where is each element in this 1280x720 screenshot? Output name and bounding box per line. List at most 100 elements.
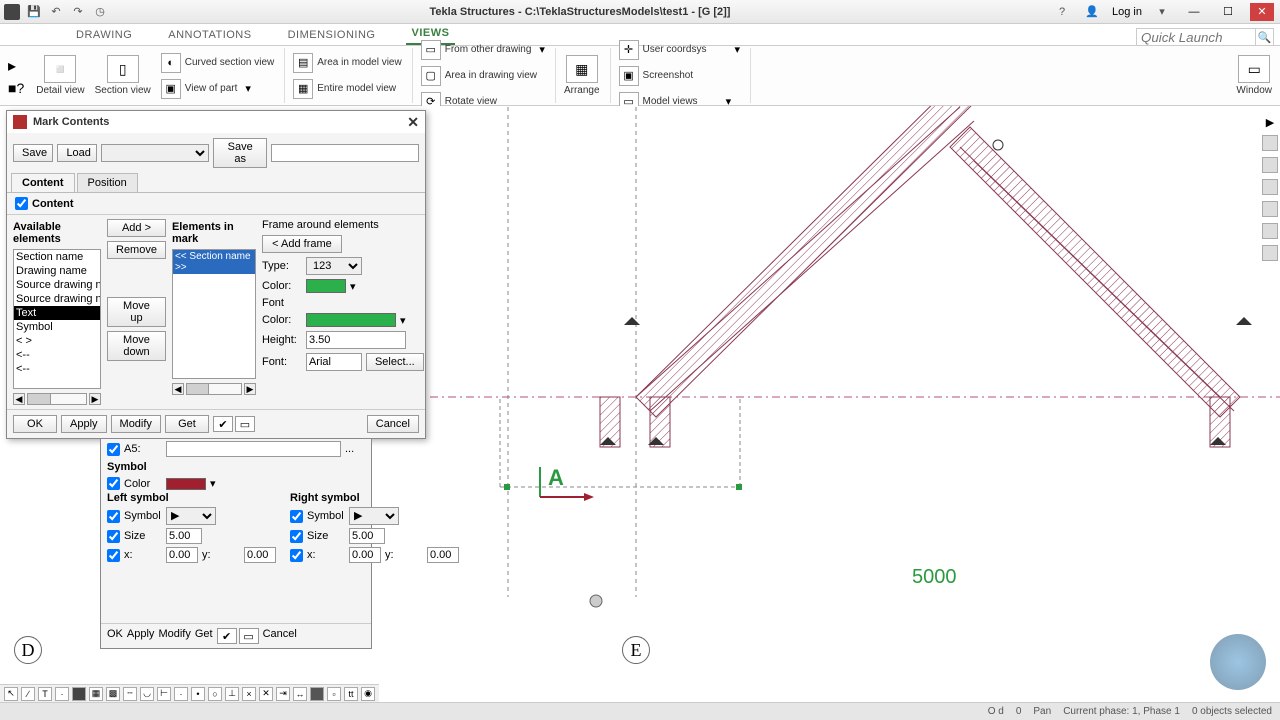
right-x-input[interactable]: [349, 547, 381, 563]
save-button[interactable]: Save: [13, 144, 53, 162]
history-icon[interactable]: ◷: [92, 4, 108, 20]
list-item[interactable]: <--: [14, 362, 100, 376]
snap-line-icon[interactable]: ∕: [21, 687, 35, 701]
snap-arc-icon[interactable]: ◡: [140, 687, 154, 701]
a5-input[interactable]: [166, 441, 341, 457]
window-button[interactable]: ▭ Window: [1232, 53, 1276, 98]
snap-circle-icon[interactable]: ○: [208, 687, 222, 701]
preset-select[interactable]: [101, 144, 209, 162]
frame-type-select[interactable]: 123: [306, 257, 362, 275]
rtoolbar-btn-2[interactable]: [1262, 157, 1278, 173]
list-item[interactable]: Drawing name: [14, 264, 100, 278]
list-item[interactable]: Text: [14, 306, 100, 320]
dropdown-icon[interactable]: ▾: [210, 477, 216, 490]
scroll-right-icon[interactable]: ▶: [89, 393, 101, 405]
rtoolbar-btn-4[interactable]: [1262, 201, 1278, 217]
area-drawing-view-button[interactable]: ▢Area in drawing view: [417, 63, 549, 89]
list-item[interactable]: <--: [14, 348, 100, 362]
left-symbol-select[interactable]: ▶: [166, 507, 216, 525]
snap-int-icon[interactable]: ×: [242, 687, 256, 701]
mark-hscroll[interactable]: ◀ ▶: [172, 383, 256, 395]
left-symbol-checkbox[interactable]: [107, 510, 120, 523]
move-down-button[interactable]: Move down: [107, 331, 166, 361]
from-other-drawing-button[interactable]: ▭From other drawing▾: [417, 37, 549, 63]
font-color-swatch[interactable]: [306, 313, 396, 327]
snap-fill-icon[interactable]: [72, 687, 86, 701]
list-item[interactable]: Section name: [14, 250, 100, 264]
add-frame-button[interactable]: < Add frame: [262, 235, 342, 253]
undo-icon[interactable]: ↶: [48, 4, 64, 20]
ok-button[interactable]: OK: [13, 415, 57, 433]
area-model-view-button[interactable]: ▤Area in model view: [289, 50, 405, 76]
dropdown-icon[interactable]: ▾: [539, 43, 545, 56]
expand-icon[interactable]: ▶: [1266, 116, 1274, 129]
get-button[interactable]: Get: [195, 628, 213, 644]
tab-content[interactable]: Content: [11, 173, 75, 192]
user-coordsys-button[interactable]: ✛User coordsys▾: [615, 37, 744, 63]
cancel-button[interactable]: Cancel: [263, 628, 297, 644]
snap-hatch-icon[interactable]: ▩: [106, 687, 120, 701]
left-x-checkbox[interactable]: [107, 549, 120, 562]
dialog-close-icon[interactable]: ✕: [407, 114, 419, 131]
snap-mid-icon[interactable]: ·: [174, 687, 188, 701]
list-item[interactable]: Symbol: [14, 320, 100, 334]
snap-cursor-icon[interactable]: ↖: [4, 687, 18, 701]
mark-item[interactable]: << Section name >>: [173, 250, 255, 274]
available-hscroll[interactable]: ◀ ▶: [13, 393, 101, 405]
scroll-left-icon[interactable]: ◀: [172, 383, 184, 395]
scroll-right-icon[interactable]: ▶: [244, 383, 256, 395]
cursor-icon[interactable]: ▸: [8, 56, 24, 76]
browse-button[interactable]: ...: [345, 443, 365, 455]
snap-xline-icon[interactable]: ✕: [259, 687, 273, 701]
snap-text-icon[interactable]: T: [38, 687, 52, 701]
rtoolbar-btn-5[interactable]: [1262, 223, 1278, 239]
left-x-input[interactable]: [166, 547, 198, 563]
font-height-input[interactable]: [306, 331, 406, 349]
section-view-button[interactable]: ▯ Section view: [91, 53, 155, 98]
screenshot-button[interactable]: ▣Screenshot: [615, 63, 744, 89]
save-icon[interactable]: 💾: [26, 4, 42, 20]
curved-section-button[interactable]: ◐Curved section view: [157, 50, 278, 76]
content-checkbox[interactable]: [15, 197, 28, 210]
snap-perp-icon[interactable]: ⊥: [225, 687, 239, 701]
add-button[interactable]: Add >: [107, 219, 166, 237]
load-button[interactable]: Load: [57, 144, 97, 162]
get-button[interactable]: Get: [165, 415, 209, 433]
rtoolbar-btn-6[interactable]: [1262, 245, 1278, 261]
snap-dim-icon[interactable]: ⇥: [276, 687, 290, 701]
list-item[interactable]: Source drawing nam: [14, 278, 100, 292]
quick-launch-input[interactable]: [1136, 28, 1256, 46]
snap-dot-icon[interactable]: •: [191, 687, 205, 701]
object-query-icon[interactable]: ■?: [8, 80, 24, 96]
snap-box-icon[interactable]: ▫: [327, 687, 341, 701]
arrange-button[interactable]: ▦ Arrange: [560, 53, 604, 98]
redo-icon[interactable]: ↷: [70, 4, 86, 20]
dropdown-icon[interactable]: ▾: [245, 82, 251, 95]
toggle-switches[interactable]: ✔▭: [217, 628, 259, 644]
color-checkbox[interactable]: [107, 477, 120, 490]
rtoolbar-btn-3[interactable]: [1262, 179, 1278, 195]
search-icon[interactable]: 🔍: [1256, 28, 1274, 46]
view-of-part-button[interactable]: ▣View of part▾: [157, 76, 278, 102]
font-name-input[interactable]: [306, 353, 362, 371]
frame-color-swatch[interactable]: [306, 279, 346, 293]
right-symbol-select[interactable]: ▶: [349, 507, 399, 525]
save-as-button[interactable]: Save as: [213, 138, 267, 168]
close-button[interactable]: ✕: [1250, 3, 1274, 21]
modify-button[interactable]: Modify: [158, 628, 190, 644]
tab-annotations[interactable]: ANNOTATIONS: [162, 25, 257, 45]
left-size-input[interactable]: [166, 528, 202, 544]
right-size-input[interactable]: [349, 528, 385, 544]
tab-dimensioning[interactable]: DIMENSIONING: [282, 25, 382, 45]
a5-checkbox[interactable]: [107, 443, 120, 456]
remove-button[interactable]: Remove: [107, 241, 166, 259]
chevron-down-icon[interactable]: ▾: [1152, 2, 1172, 22]
snap-dark-icon[interactable]: [310, 687, 324, 701]
move-up-button[interactable]: Move up: [107, 297, 166, 327]
help-icon[interactable]: ?: [1052, 2, 1072, 22]
login-label[interactable]: Log in: [1112, 6, 1142, 18]
list-item[interactable]: Source drawing nam: [14, 292, 100, 306]
snap-dash-icon[interactable]: ╌: [123, 687, 137, 701]
minimize-button[interactable]: —: [1182, 3, 1206, 21]
left-size-checkbox[interactable]: [107, 530, 120, 543]
